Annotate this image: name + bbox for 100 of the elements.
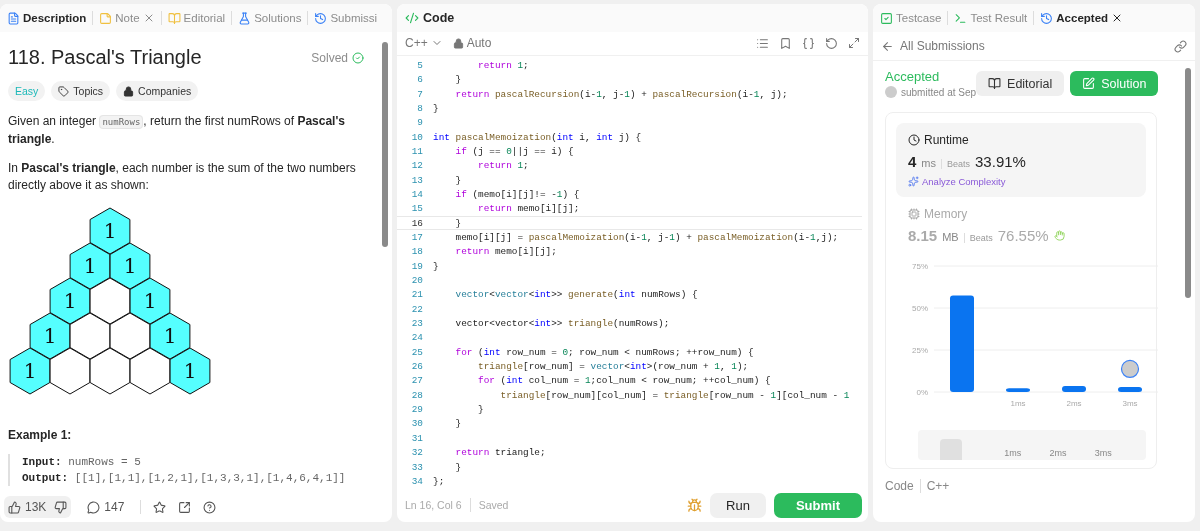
code-line: } — [454, 74, 462, 86]
format-icon[interactable] — [756, 36, 769, 50]
hexagon-cell: 1 — [9, 347, 51, 395]
checkbox-icon — [880, 11, 893, 25]
range-selector[interactable]: 1ms 2ms 3ms — [918, 430, 1146, 460]
code-line: if (j == 0||j == i) { — [454, 145, 574, 157]
line-number: 17 — [410, 232, 424, 243]
code-line: for (int row_num = 0; row_num < numRows; ++row_num) { — [454, 346, 754, 358]
hexagon-cell: 1 — [69, 242, 111, 290]
line-number: 27 — [410, 375, 424, 387]
submission-status: Accepted — [885, 69, 941, 84]
back-arrow-icon[interactable] — [881, 39, 894, 53]
clock-icon — [908, 134, 920, 146]
line-number: 11 — [410, 145, 424, 157]
book-icon — [988, 77, 1002, 90]
line-number: 13 — [410, 174, 424, 186]
analyze-complexity-link[interactable]: Analyze Complexity — [908, 176, 1134, 187]
axis-label: 3ms — [1122, 399, 1138, 408]
code-line: } — [433, 102, 439, 114]
runtime-value: 4 — [908, 153, 917, 170]
line-number: 9 — [416, 117, 424, 129]
runtime-card[interactable]: Runtime 4 ms Beats 33.91% Analyze Complexity — [896, 123, 1146, 197]
editorial-button[interactable]: Editorial — [976, 71, 1065, 96]
example-line: Output: [[1],[1,1],[1,2,1],[1,3,3,1],[1,4,6,4,1]] — [22, 471, 347, 486]
terminal-icon — [954, 11, 968, 25]
beats-value: 33.91% — [975, 153, 1026, 170]
axis-label: 50% — [912, 304, 928, 313]
line-number: 14 — [410, 189, 424, 200]
mode-selector[interactable]: Auto — [452, 36, 492, 51]
link-icon[interactable] — [1174, 39, 1187, 53]
hexagon-cell: 1 — [129, 277, 171, 325]
axis-label: 0% — [916, 388, 928, 397]
panel-tab[interactable]: Test Result — [951, 11, 1031, 25]
tag-chip[interactable]: Topics — [51, 81, 111, 101]
panel-title: Code — [423, 10, 455, 25]
code-line: } — [433, 260, 439, 272]
code-line: return memo[i][j]; — [454, 246, 557, 258]
stat-title: Runtime — [908, 133, 1134, 147]
axis-label: 75% — [912, 262, 928, 271]
help-icon[interactable] — [203, 500, 217, 514]
example-title: Example 1: — [8, 428, 73, 442]
bug-icon[interactable] — [687, 497, 703, 513]
thumbs-up-icon — [8, 500, 21, 514]
line-number: 18 — [410, 246, 424, 258]
line-number: 20 — [410, 275, 424, 287]
comments-button[interactable]: 147 — [83, 496, 129, 518]
panel-tab[interactable]: Submissi — [311, 11, 381, 25]
line-number: 26 — [410, 361, 424, 373]
panel-tab[interactable]: Testcase — [877, 11, 945, 25]
hexagon-cell: 1 — [89, 207, 131, 255]
solution-button[interactable]: Solution — [1070, 71, 1159, 96]
hexagon-cell: 1 — [169, 347, 211, 395]
code-line: return pascalRecursion(i-1, j-1) + pascalRecursion(i-1, j); — [454, 88, 788, 100]
scrollbar[interactable] — [1185, 68, 1191, 298]
line-number: 34 — [410, 475, 424, 487]
panel-tab[interactable]: Accepted — [1037, 11, 1127, 25]
distribution-bar[interactable] — [1006, 388, 1030, 392]
expand-icon[interactable] — [848, 37, 860, 50]
hexagon-cell: 1 — [149, 312, 191, 360]
problem-description: In Pascal's triangle, each number is the sum of the two numbers directly above it as shown: — [8, 160, 357, 194]
tag-icon — [58, 85, 70, 97]
submit-button[interactable]: Submit — [773, 492, 862, 518]
distribution-bar[interactable] — [1062, 386, 1086, 392]
problem-description: Given an integer numRows , return the first numRows of Pascal's triangle. — [8, 113, 346, 148]
code-label: Code — [885, 479, 914, 493]
line-number: 21 — [410, 289, 424, 301]
panel-tab[interactable]: Editorial — [164, 11, 229, 25]
edit-icon — [1082, 77, 1096, 90]
hexagon-cell: 1 — [29, 312, 71, 360]
code-line: for (int col_num = 1;col_num < row_num; ++col_num) { — [477, 375, 771, 387]
line-number: 33 — [410, 461, 424, 473]
line-number: 31 — [410, 432, 424, 444]
language-label: C++ — [926, 479, 950, 493]
code-line: vector<vector<int>> generate(int numRows) { — [454, 289, 698, 301]
panel-tab[interactable]: Description — [4, 11, 90, 25]
line-number: 30 — [410, 418, 424, 430]
braces-icon[interactable] — [802, 36, 815, 50]
cursor-position: Ln 16, Col 6 — [405, 499, 462, 512]
panel-tab[interactable]: Note — [96, 11, 158, 25]
history-icon — [1040, 11, 1054, 25]
share-icon[interactable] — [178, 500, 192, 514]
memory-card[interactable]: Memory 8.15 MB Beats 76.55% — [896, 197, 1146, 254]
line-number: 24 — [410, 332, 424, 344]
language-selector[interactable]: C++ — [405, 36, 443, 51]
back-link[interactable]: All Submissions — [900, 39, 985, 53]
tag-chip[interactable]: Companies — [116, 81, 199, 101]
reset-icon[interactable] — [825, 36, 838, 50]
beats-label: Beats — [963, 233, 993, 243]
code-line: int pascalMemoization(int i, int j) { — [433, 131, 642, 143]
bookmark-icon[interactable] — [779, 36, 792, 50]
distribution-bar[interactable] — [1118, 386, 1142, 392]
line-number: 29 — [410, 404, 424, 416]
scrollbar[interactable] — [382, 42, 388, 247]
star-icon[interactable] — [153, 500, 167, 514]
panel-tab[interactable]: Solutions — [235, 11, 305, 25]
history-icon — [314, 11, 328, 25]
unit-label: ms — [921, 157, 936, 169]
run-button[interactable]: Run — [710, 492, 766, 518]
code-line: return 1; — [477, 59, 529, 71]
stat-title: Memory — [908, 207, 1134, 221]
